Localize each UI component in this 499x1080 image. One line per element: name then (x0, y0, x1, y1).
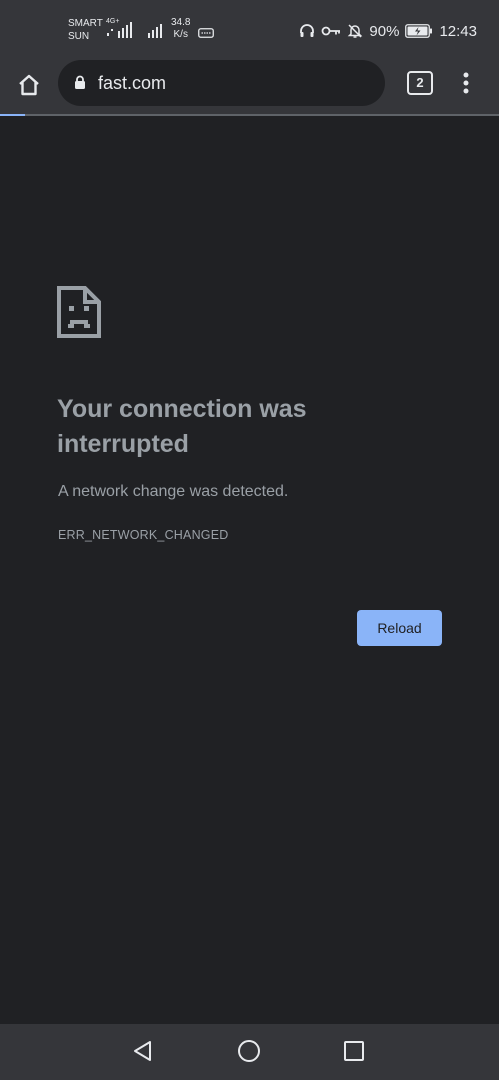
signal-icon (147, 22, 167, 43)
overflow-menu-button[interactable] (456, 70, 476, 96)
battery-percent: 90% (369, 22, 400, 40)
page-load-progress (0, 114, 499, 116)
error-title: Your connection was interrupted (57, 395, 307, 458)
home-button[interactable] (14, 70, 44, 100)
speed-value: 34.8 (171, 17, 191, 28)
battery-charging-icon (405, 24, 433, 38)
vpn-key-icon (321, 25, 341, 37)
recents-square-icon[interactable] (343, 1040, 365, 1067)
reload-button[interactable]: Reload (357, 610, 442, 646)
speed-unit: K/s (173, 29, 188, 40)
lock-icon[interactable] (74, 75, 86, 95)
clock-time: 12:43 (439, 22, 477, 40)
signal-icon: 4G+ (106, 18, 136, 45)
overflow-menu-icon (463, 72, 469, 94)
sms-icon (198, 25, 214, 43)
carrier-name: SMART SUN (68, 17, 103, 43)
carrier-line-2: SUN (68, 31, 90, 42)
network-speed: 34.8 K/s (171, 17, 190, 41)
address-bar[interactable]: fast.com (58, 60, 385, 106)
error-description: A network change was detected. (58, 483, 289, 500)
bell-off-icon (347, 23, 363, 39)
status-bar: SMART SUN 4G+ 34.8 K/s 90% 12:43 (0, 0, 499, 60)
tab-switcher-button[interactable]: 2 (407, 71, 433, 95)
url-text[interactable]: fast.com (98, 73, 166, 94)
progress-fill (0, 114, 25, 116)
headphones-icon (299, 23, 315, 39)
sad-page-icon (57, 286, 101, 343)
network-type: 4G+ (106, 18, 120, 25)
carrier-line-1: SMART (68, 18, 103, 29)
home-circle-icon[interactable] (237, 1039, 261, 1068)
system-navigation-bar (0, 1024, 499, 1080)
home-icon (19, 74, 39, 96)
browser-toolbar: fast.com 2 (0, 60, 499, 114)
status-icons: 90% 12:43 (299, 20, 477, 42)
error-code: ERR_NETWORK_CHANGED (58, 528, 229, 542)
back-triangle-icon[interactable] (131, 1039, 155, 1068)
